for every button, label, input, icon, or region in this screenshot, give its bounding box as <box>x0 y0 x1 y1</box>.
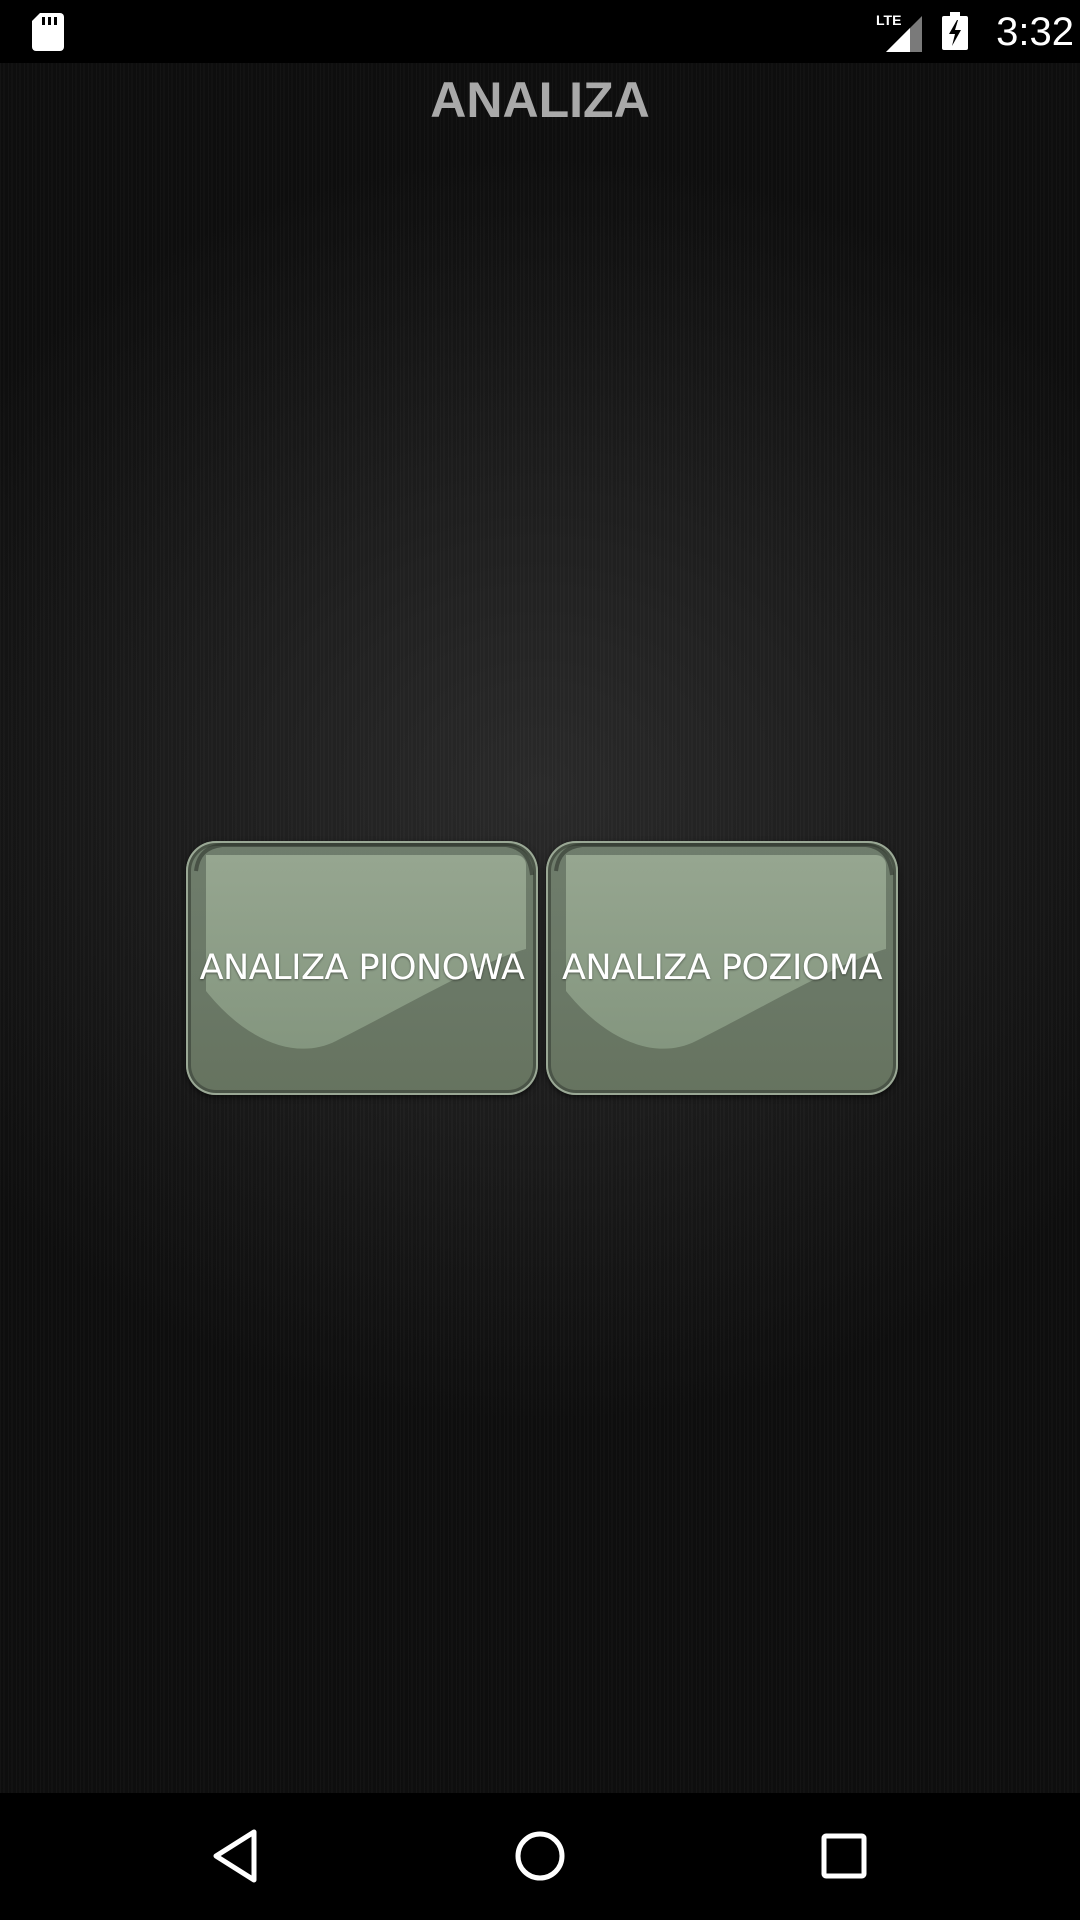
vertical-analysis-label: ANALIZA PIONOWA <box>199 948 525 988</box>
horizontal-analysis-button[interactable]: ANALIZA POZIOMA <box>546 841 898 1095</box>
sd-card-icon <box>32 13 64 51</box>
status-bar: LTE 3:32 <box>0 0 1080 63</box>
back-icon[interactable] <box>200 1820 272 1892</box>
main-content: ANALIZA ANALIZA PIONOWA ANALIZA POZIOMA <box>0 63 1080 1793</box>
vertical-analysis-button[interactable]: ANALIZA PIONOWA <box>186 841 538 1095</box>
horizontal-analysis-label: ANALIZA POZIOMA <box>561 948 883 988</box>
navigation-bar <box>0 1793 1080 1920</box>
lte-signal-icon: LTE <box>876 12 922 52</box>
recents-icon[interactable] <box>808 1820 880 1892</box>
lte-label: LTE <box>876 12 901 28</box>
home-icon[interactable] <box>504 1820 576 1892</box>
app-screen: LTE 3:32 ANALIZA ANALIZA PIONOWA ANALIZA… <box>0 0 1080 1920</box>
status-clock: 3:32 <box>996 10 1074 54</box>
page-title: ANALIZA <box>430 72 650 128</box>
battery-charging-icon <box>942 12 968 50</box>
